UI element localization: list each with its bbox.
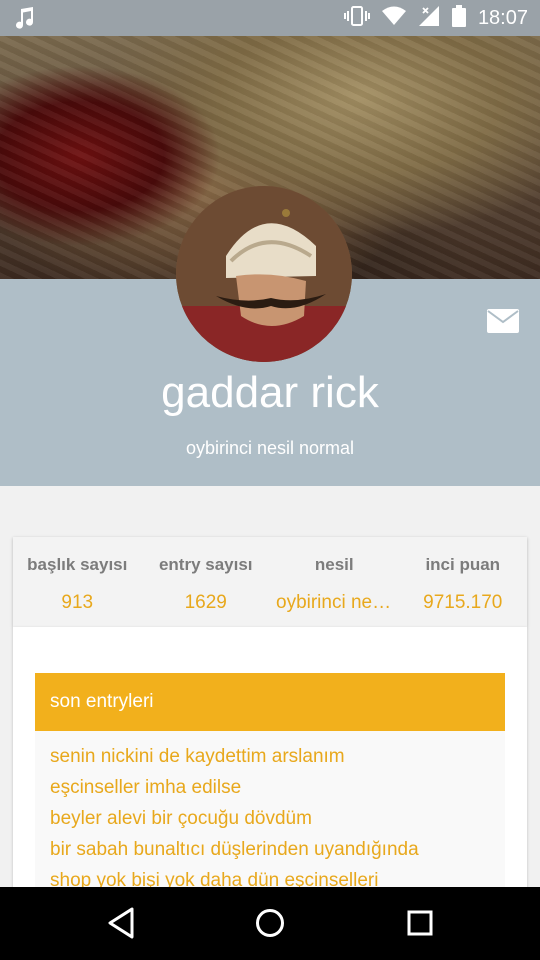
stat-points[interactable]: inci puan 9715.170 [399, 537, 528, 627]
stat-value: 1629 [184, 592, 227, 613]
username: gaddar rick [161, 368, 379, 417]
wifi-icon [381, 6, 406, 31]
stat-label: nesil [314, 555, 354, 574]
stat-value: 9715.170 [423, 592, 503, 613]
stat-value: 913 [61, 592, 94, 613]
list-item[interactable]: eşcinseller imha edilse [50, 772, 505, 803]
signal-icon [418, 5, 440, 32]
stat-generation[interactable]: nesil oybirinci nesi... [270, 537, 399, 627]
recent-entries-header: son entryleri [35, 673, 505, 731]
list-item[interactable]: beyler alevi bir çocuğu dövdüm [50, 803, 505, 834]
home-icon[interactable] [254, 906, 286, 945]
stat-entry-count[interactable]: entry sayısı 1629 [142, 537, 271, 627]
avatar[interactable] [176, 186, 352, 362]
vibrate-icon [343, 5, 370, 32]
user-title: oybirinci nesil normal [185, 438, 355, 458]
list-item[interactable]: senin nickini de kaydettim arslanım [50, 741, 505, 772]
stat-label: inci puan [425, 555, 501, 574]
list-item[interactable]: bir sabah bunaltıcı düşlerinden uyandığı… [50, 834, 505, 865]
stat-label: başlık sayısı [27, 555, 128, 574]
music-note-icon [14, 6, 36, 35]
status-icons: 18:07 [343, 0, 528, 36]
back-icon[interactable] [106, 906, 136, 945]
clock: 18:07 [477, 6, 528, 29]
mail-icon[interactable] [487, 309, 519, 338]
battery-icon [451, 4, 466, 32]
recent-entries-list: senin nickini de kaydettim arslanım eşci… [35, 731, 505, 891]
stats-card: başlık sayısı 913 entry sayısı 1629 nesi… [13, 537, 527, 627]
stat-topic-count[interactable]: başlık sayısı 913 [13, 537, 142, 627]
recent-apps-icon[interactable] [405, 906, 435, 945]
stat-label: entry sayısı [158, 555, 253, 574]
status-bar: 18:07 [0, 0, 540, 36]
navigation-bar [0, 887, 540, 960]
stat-value: oybirinci nesi... [276, 592, 399, 613]
